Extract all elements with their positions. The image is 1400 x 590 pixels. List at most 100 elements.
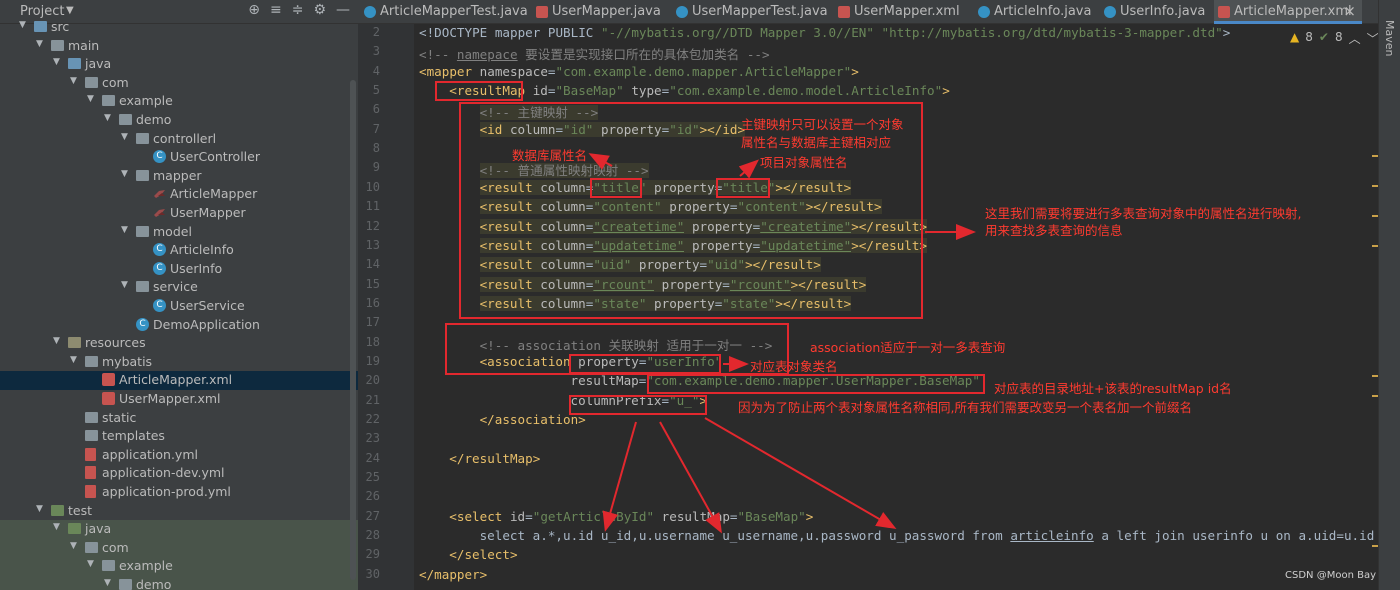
tree-item[interactable]: application-dev.yml [0, 464, 358, 483]
code-line[interactable]: select a.*,u.id u_id,u.username u_userna… [480, 528, 1400, 547]
tree-item[interactable]: C UserController [0, 148, 358, 167]
crosshair-icon[interactable]: ⊕ [248, 2, 260, 18]
tree-item[interactable]: ▼ src [0, 18, 358, 37]
tree-item[interactable]: ▼ example [0, 92, 358, 111]
code-line[interactable]: <!-- namepace 要设置是实现接口所在的具体包加类名 --> [419, 44, 770, 63]
scroll-marker[interactable] [1372, 215, 1378, 217]
minimize-icon[interactable]: — [336, 2, 350, 18]
code-line[interactable]: columnPrefix="u_"> [571, 393, 708, 412]
tree-item[interactable]: ▼ com [0, 74, 358, 93]
expand-all-icon[interactable]: ≡ [270, 2, 282, 18]
chevron-down-icon[interactable]: ﹀ [1367, 30, 1379, 47]
tree-item[interactable]: ▼ mybatis [0, 353, 358, 372]
close-icon[interactable]: × [1343, 2, 1356, 20]
tree-item[interactable]: UserMapper [0, 204, 358, 223]
tree-item[interactable]: ▼ mapper [0, 167, 358, 186]
project-scrollbar[interactable] [350, 80, 356, 580]
scroll-marker[interactable] [1372, 375, 1378, 377]
editor-tab[interactable]: ArticleInfo.java [974, 0, 1098, 24]
code-line[interactable]: resultMap="com.example.demo.mapper.UserM… [571, 373, 980, 392]
tree-item[interactable]: ArticleMapper [0, 185, 358, 204]
code-line[interactable]: </mapper> [419, 567, 487, 586]
code-line[interactable]: <!-- 普通属性映射映射 --> [479, 160, 649, 179]
inspection-widget[interactable]: ▲ 8 ✔ 8 ︿ ﹀ [1290, 30, 1379, 47]
editor-tab[interactable]: UserMapperTest.java [672, 0, 832, 24]
chevron-down-icon[interactable]: ▼ [121, 280, 131, 290]
chevron-down-icon[interactable]: ▼ [104, 578, 114, 588]
tree-item[interactable]: application-prod.yml [0, 483, 358, 502]
chevron-down-icon[interactable]: ▼ [87, 559, 97, 569]
code-line[interactable]: <result column="rcount" property="rcount… [479, 276, 867, 296]
chevron-down-icon[interactable]: ▼ [70, 355, 80, 365]
chevron-down-icon[interactable]: ▼ [36, 504, 46, 514]
editor-tab[interactable]: UserInfo.java [1100, 0, 1212, 24]
tree-item[interactable]: UserMapper.xml [0, 390, 358, 409]
tree-item[interactable]: static [0, 409, 358, 428]
chevron-down-icon[interactable]: ▼ [70, 541, 80, 551]
code-line[interactable]: </select> [449, 547, 517, 566]
tree-item[interactable]: application.yml [0, 446, 358, 465]
code-line[interactable]: </resultMap> [449, 451, 540, 470]
scroll-marker[interactable] [1372, 185, 1378, 187]
tree-item[interactable]: templates [0, 427, 358, 446]
chevron-down-icon[interactable]: ▼ [87, 94, 97, 104]
tree-item[interactable]: C ArticleInfo [0, 241, 358, 260]
scroll-marker[interactable] [1372, 245, 1378, 247]
code-line[interactable]: <result column="uid" property="uid"></re… [479, 257, 821, 276]
scroll-marker[interactable] [1372, 155, 1378, 157]
scroll-marker[interactable] [1372, 545, 1378, 547]
code-editor[interactable]: <!DOCTYPE mapper PUBLIC "-//mybatis.org/… [414, 24, 1400, 590]
code-line[interactable]: <!DOCTYPE mapper PUBLIC "-//mybatis.org/… [419, 25, 1230, 44]
code-line[interactable]: <id column="id" property="id"></id> [479, 121, 746, 141]
chevron-down-icon[interactable]: ▼ [70, 76, 80, 86]
editor-tab[interactable]: ArticleMapperTest.java [360, 0, 530, 24]
project-title[interactable]: Project [20, 4, 64, 19]
editor-tab[interactable]: UserMapper.xml [834, 0, 972, 24]
chevron-down-icon[interactable]: ▼ [53, 336, 63, 346]
chevron-down-icon[interactable]: ▼ [104, 113, 114, 123]
tree-item[interactable]: ▼ java [0, 55, 358, 74]
chevron-down-icon[interactable]: ▼ [36, 39, 46, 49]
chevron-up-icon[interactable]: ︿ [1349, 30, 1361, 47]
tree-item[interactable]: C DemoApplication [0, 316, 358, 335]
editor-tab[interactable]: UserMapper.java [532, 0, 670, 24]
tree-item[interactable]: ▼ model [0, 223, 358, 242]
tree-item[interactable]: ▼ demo [0, 111, 358, 130]
gear-icon[interactable]: ⚙ [313, 2, 326, 18]
chevron-down-icon[interactable]: ▼ [121, 225, 131, 235]
tree-item[interactable]: ▼ demo [0, 576, 358, 590]
code-line[interactable]: <result column="createtime" property="cr… [479, 218, 928, 238]
maven-label[interactable]: Maven [1383, 20, 1396, 56]
chevron-down-icon[interactable]: ▼ [121, 169, 131, 179]
tree-item[interactable]: C UserInfo [0, 260, 358, 279]
tree-item[interactable]: ▼ example [0, 557, 358, 577]
tree-item[interactable]: ArticleMapper.xml [0, 371, 358, 391]
project-dropdown-icon[interactable]: ▼ [66, 5, 74, 16]
code-line[interactable]: <mapper namespace="com.example.demo.mapp… [419, 64, 859, 83]
code-line[interactable]: <resultMap id="BaseMap" type="com.exampl… [449, 83, 950, 102]
chevron-down-icon[interactable]: ▼ [121, 132, 131, 142]
code-line[interactable]: <association property="userInfo" [480, 354, 723, 373]
code-line[interactable]: <result column="content" property="conte… [479, 199, 882, 218]
chevron-down-icon[interactable]: ▼ [19, 20, 29, 30]
scroll-marker[interactable] [1372, 395, 1378, 397]
code-line[interactable]: </association> [480, 412, 586, 431]
maven-tool-strip[interactable]: Maven [1378, 0, 1400, 590]
code-line[interactable]: <!-- 主键映射 --> [479, 102, 599, 121]
collapse-all-icon[interactable]: ≑ [292, 2, 304, 18]
code-line[interactable]: <select id="getArticleById" resultMap="B… [449, 509, 813, 528]
chevron-down-icon[interactable]: ▼ [53, 522, 63, 532]
tree-item[interactable]: ▼ controllerl [0, 130, 358, 149]
tree-item[interactable]: ▼ java [0, 520, 358, 540]
code-line[interactable]: <result column="state" property="state">… [479, 295, 852, 315]
code-line[interactable]: <result column="title" property="title">… [479, 179, 852, 199]
tree-item[interactable]: ▼ com [0, 538, 358, 558]
tree-item[interactable]: ▼ service [0, 278, 358, 297]
code-line[interactable]: <result column="updatetime" property="up… [479, 237, 928, 257]
chevron-down-icon[interactable]: ▼ [53, 57, 63, 67]
code-line[interactable]: <!-- association 关联映射 适用于一对一 --> [480, 335, 773, 354]
tree-item[interactable]: ▼ main [0, 37, 358, 56]
tree-item[interactable]: ▼ resources [0, 334, 358, 353]
editor-tab[interactable]: ArticleMapper.xml × [1214, 0, 1362, 24]
tree-item[interactable]: ▼ test [0, 502, 358, 521]
